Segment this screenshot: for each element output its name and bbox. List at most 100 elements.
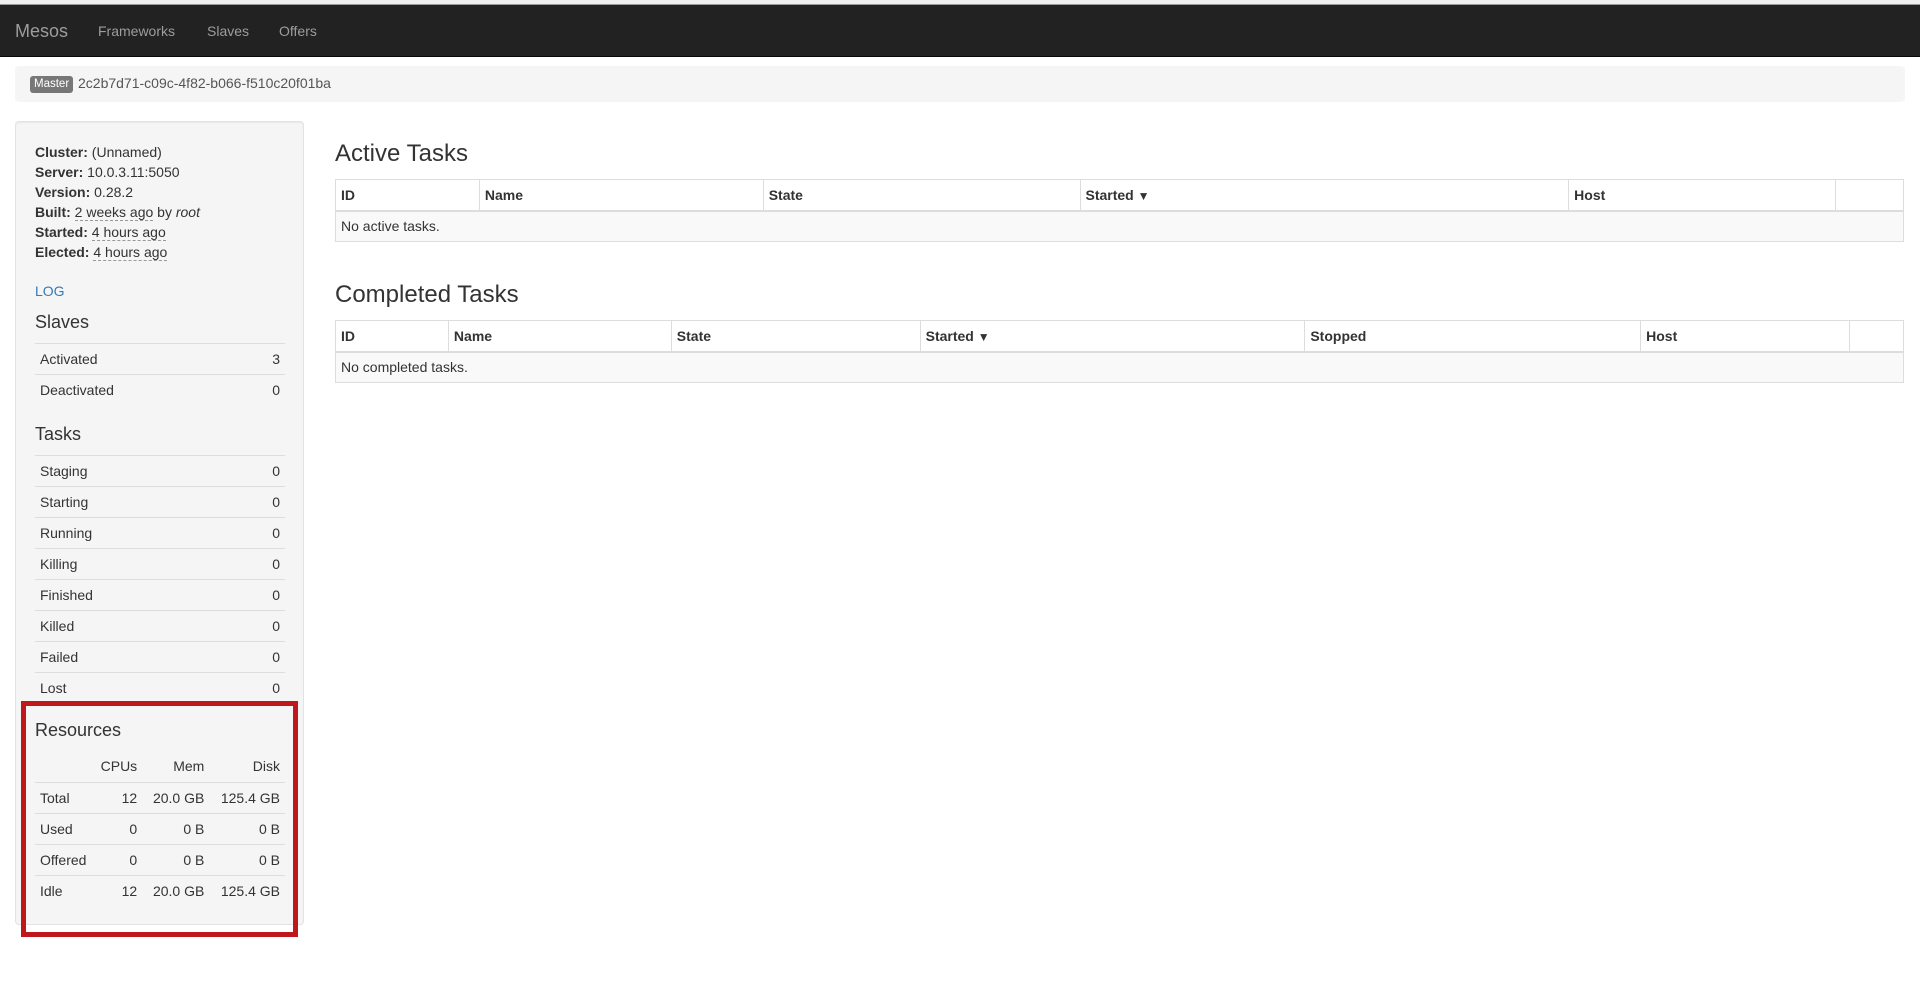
version-label: Version: xyxy=(35,184,91,200)
col-started-label: Started xyxy=(1085,186,1134,203)
table-row: No active tasks. xyxy=(335,210,1904,242)
table-row: Starting 0 xyxy=(35,486,285,518)
row-value: 0 xyxy=(229,672,285,704)
col-started[interactable]: Started ▼ xyxy=(1079,179,1570,212)
completed-tasks-heading: Completed Tasks xyxy=(335,281,519,308)
nav-frameworks[interactable]: Frameworks xyxy=(98,23,175,39)
disk-value: 0 B xyxy=(209,843,285,875)
table-row: Staging 0 xyxy=(35,455,285,487)
col-state[interactable]: State xyxy=(670,320,921,353)
built-user: root xyxy=(175,204,200,220)
row-label: Starting xyxy=(35,486,230,518)
row-label: Used xyxy=(35,812,97,844)
started-row: Started: 4 hours ago xyxy=(35,222,200,242)
cluster-row: Cluster: (Unnamed) xyxy=(35,142,200,162)
row-value: 0 xyxy=(229,486,285,518)
row-value: 0 xyxy=(241,374,285,406)
nav-offers[interactable]: Offers xyxy=(279,23,317,39)
blank-header xyxy=(35,751,97,782)
tasks-table: Staging 0 Starting 0 Running 0 Killing 0 Fin… xyxy=(35,455,285,704)
sort-desc-icon: ▼ xyxy=(1137,188,1150,203)
table-row: Idle 12 20.0 GB 125.4 GB xyxy=(35,874,285,906)
log-link[interactable]: LOG xyxy=(35,283,65,299)
mem-value: 20.0 GB xyxy=(142,874,210,906)
cluster-value: (Unnamed) xyxy=(91,144,162,160)
table-row: Used 0 0 B0 B xyxy=(35,812,285,844)
built-label: Built: xyxy=(35,204,71,220)
col-started[interactable]: Started ▼ xyxy=(919,320,1306,353)
col-state[interactable]: State xyxy=(762,179,1081,212)
table-row: Finished 0 xyxy=(35,579,285,611)
row-label: Killed xyxy=(35,610,230,642)
mem-value: 0 B xyxy=(142,843,210,875)
nav-slaves[interactable]: Slaves xyxy=(207,23,249,39)
server-row: Server: 10.0.3.11:5050 xyxy=(35,162,200,182)
empty-message: No completed tasks. xyxy=(335,351,1904,383)
disk-value: 125.4 GB xyxy=(209,781,285,813)
col-started-label: Started xyxy=(925,327,974,344)
row-value: 0 xyxy=(229,548,285,580)
col-stopped[interactable]: Stopped xyxy=(1304,320,1642,353)
disk-value: 0 B xyxy=(209,812,285,844)
col-id[interactable]: ID xyxy=(335,179,480,212)
built-row: Built: 2 weeks ago by root xyxy=(35,202,200,222)
empty-message: No active tasks. xyxy=(335,210,1904,242)
master-badge: Master xyxy=(30,76,74,93)
col-actions xyxy=(1835,179,1904,212)
version-row: Version: 0.28.2 xyxy=(35,182,200,202)
resources-header-row: CPUs Mem Disk xyxy=(35,751,285,782)
mem-value: 0 B xyxy=(142,812,210,844)
cluster-label: Cluster: xyxy=(35,144,88,160)
row-value: 0 xyxy=(229,579,285,611)
row-label: Offered xyxy=(35,843,97,875)
row-label: Killing xyxy=(35,548,230,580)
completed-tasks-table: ID Name State Started ▼ Stopped Host No … xyxy=(335,320,1905,383)
table-row: Killed 0 xyxy=(35,610,285,642)
master-id: 2c2b7d71-c09c-4f82-b066-f510c20f01ba xyxy=(78,75,331,91)
row-value: 0 xyxy=(229,517,285,549)
row-value: 0 xyxy=(229,455,285,487)
row-label: Failed xyxy=(35,641,230,673)
slaves-table: Activated 3 Deactivated 0 xyxy=(35,343,285,406)
cpus-header: CPUs xyxy=(100,758,138,775)
cpus-value: 0 xyxy=(96,812,143,844)
col-host[interactable]: Host xyxy=(1640,320,1850,353)
table-row: Total 12 20.0 GB 125.4 GB xyxy=(35,781,285,813)
row-value: 0 xyxy=(229,641,285,673)
elected-row: Elected: 4 hours ago xyxy=(35,242,200,262)
sort-desc-icon: ▼ xyxy=(977,329,990,344)
disk-header: Disk xyxy=(252,758,280,775)
mem-header: Mem xyxy=(173,758,205,775)
disk-value: 125.4 GB xyxy=(209,874,285,906)
row-label: Activated xyxy=(35,343,242,375)
cluster-info: Cluster: (Unnamed) Server: 10.0.3.11:505… xyxy=(35,142,200,262)
row-value: 3 xyxy=(241,343,285,375)
tasks-heading: Tasks xyxy=(35,424,82,444)
table-row: Running 0 xyxy=(35,517,285,549)
resources-table: CPUs Mem Disk Total 12 20.0 GB 125.4 GB Use… xyxy=(35,751,285,906)
built-by: by xyxy=(157,204,172,220)
cpus-value: 12 xyxy=(96,874,143,906)
col-name[interactable]: Name xyxy=(447,320,672,353)
table-row: No completed tasks. xyxy=(335,351,1904,383)
started-label: Started: xyxy=(35,224,88,240)
col-name[interactable]: Name xyxy=(478,179,764,212)
col-id[interactable]: ID xyxy=(335,320,449,353)
col-actions xyxy=(1848,320,1905,353)
breadcrumb: Master 2c2b7d71-c09c-4f82-b066-f510c20f0… xyxy=(15,66,1905,102)
server-label: Server: xyxy=(35,164,84,180)
cpus-value: 0 xyxy=(96,843,143,875)
active-tasks-heading: Active Tasks xyxy=(335,140,468,167)
row-label: Lost xyxy=(35,672,230,704)
row-label: Running xyxy=(35,517,230,549)
started-value: 4 hours ago xyxy=(91,224,166,241)
active-header-row: ID Name State Started ▼ Host xyxy=(335,179,1904,212)
col-host[interactable]: Host xyxy=(1568,179,1836,212)
resources-heading: Resources xyxy=(35,720,122,740)
table-row: Offered 0 0 B0 B xyxy=(35,843,285,875)
table-row: Killing 0 xyxy=(35,548,285,580)
elected-value: 4 hours ago xyxy=(93,244,168,261)
table-row: Lost 0 xyxy=(35,672,285,704)
row-label: Idle xyxy=(35,874,97,906)
brand-link[interactable]: Mesos xyxy=(15,21,68,42)
